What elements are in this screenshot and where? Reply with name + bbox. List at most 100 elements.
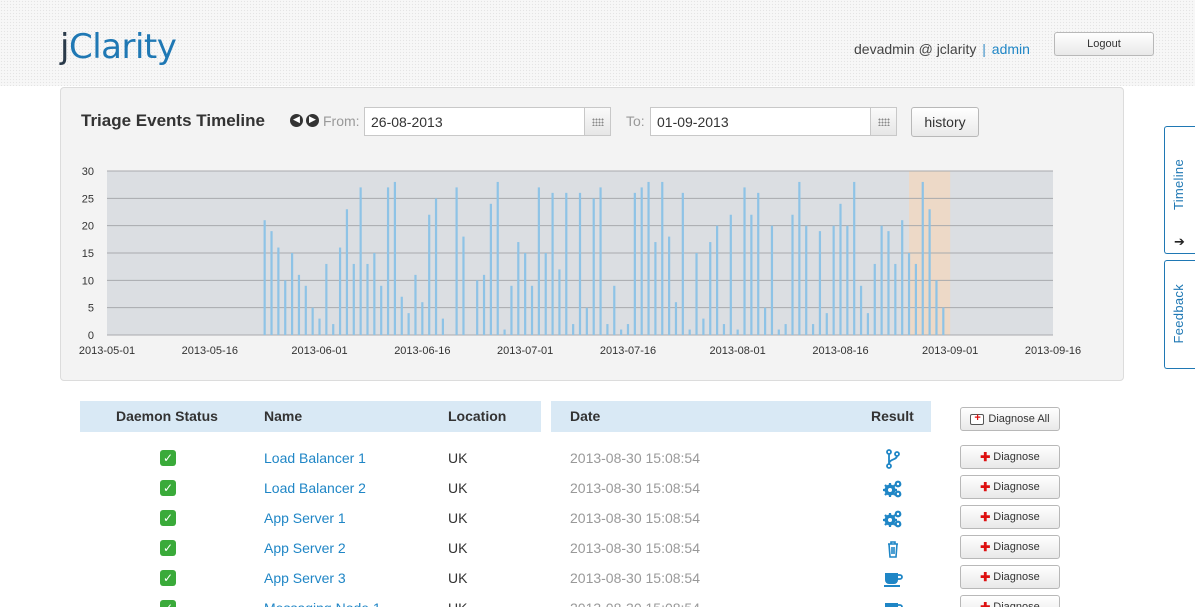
y-tick-label: 15 xyxy=(82,248,94,260)
chart-bar xyxy=(647,181,650,335)
gears-icon[interactable] xyxy=(882,509,904,529)
col-result: Result xyxy=(871,408,914,424)
chart-bar xyxy=(318,318,321,335)
chart-bar xyxy=(345,209,349,335)
daemon-date: 2013-08-30 15:08:54 xyxy=(570,600,700,607)
chart-bar xyxy=(517,242,520,335)
daemon-name-link[interactable]: App Server 2 xyxy=(264,540,346,556)
user-info: devadmin @ jclarity | admin xyxy=(854,41,1030,57)
status-checkbox-icon[interactable]: ✓ xyxy=(160,600,176,607)
from-label: From: xyxy=(323,113,360,129)
chart-bar xyxy=(681,192,684,335)
gears-icon[interactable] xyxy=(882,479,904,499)
from-calendar-button[interactable] xyxy=(584,107,611,136)
chart-bar xyxy=(544,253,547,335)
chart-bar xyxy=(386,187,390,335)
chart-bar xyxy=(304,285,307,335)
to-date-input[interactable]: 01-09-2013 xyxy=(650,107,871,136)
plus-icon: ✚ xyxy=(980,540,991,554)
daemon-name-link[interactable]: App Server 3 xyxy=(264,570,346,586)
y-tick-label: 0 xyxy=(88,330,94,342)
chart-bar xyxy=(537,187,540,335)
chart-bar xyxy=(887,231,890,335)
daemon-date: 2013-08-30 15:08:54 xyxy=(570,450,700,466)
status-checkbox-icon[interactable]: ✓ xyxy=(160,450,176,466)
diagnose-all-button[interactable]: Diagnose All xyxy=(960,407,1060,431)
daemon-name-link[interactable]: Load Balancer 1 xyxy=(264,450,366,466)
chart-bar xyxy=(599,187,602,335)
diagnose-button[interactable]: ✚ Diagnose xyxy=(960,535,1060,559)
chart-bar xyxy=(407,313,410,335)
daemon-name-link[interactable]: Load Balancer 2 xyxy=(264,480,366,496)
chart-bar xyxy=(661,181,664,335)
branch-icon[interactable] xyxy=(882,449,904,469)
diagnose-label: Diagnose xyxy=(993,571,1040,583)
daemon-date: 2013-08-30 15:08:54 xyxy=(570,570,700,586)
chart-bar xyxy=(750,214,753,335)
logout-button[interactable]: Logout xyxy=(1054,32,1154,56)
chart-bar xyxy=(921,181,924,335)
calendar-icon xyxy=(591,117,604,126)
chart-bar xyxy=(818,231,822,335)
feedback-side-tab[interactable]: Feedback xyxy=(1164,260,1195,369)
prev-arrow-icon[interactable]: ◀ xyxy=(290,114,303,127)
daemon-location: UK xyxy=(448,540,468,556)
chart-bar xyxy=(763,307,767,335)
timeline-side-tab[interactable]: Timeline ➔ xyxy=(1164,126,1195,254)
chart-bar xyxy=(530,285,534,335)
plus-icon: ✚ xyxy=(980,450,991,464)
diagnose-button[interactable]: ✚ Diagnose xyxy=(960,565,1060,589)
chart-bar xyxy=(777,329,780,335)
chart-bar xyxy=(551,192,554,335)
chart-bar xyxy=(585,307,588,335)
from-date-input[interactable]: 26-08-2013 xyxy=(364,107,585,136)
chart-bar xyxy=(263,220,266,335)
y-tick-label: 5 xyxy=(88,303,94,315)
daemon-date: 2013-08-30 15:08:54 xyxy=(570,540,700,556)
status-checkbox-icon[interactable]: ✓ xyxy=(160,480,176,496)
chart-bar xyxy=(695,253,698,335)
y-tick-label: 10 xyxy=(82,275,94,287)
y-tick-label: 25 xyxy=(82,193,94,205)
coffee-cup-icon[interactable] xyxy=(882,569,904,589)
diagnose-button[interactable]: ✚ Diagnose xyxy=(960,475,1060,499)
daemon-name-link[interactable]: Messaging Node 1 xyxy=(264,600,381,607)
chart-bar xyxy=(565,192,568,335)
chart-bar xyxy=(428,214,431,335)
chart-bar xyxy=(668,236,671,335)
diagnose-button[interactable]: ✚ Diagnose xyxy=(960,505,1060,529)
coffee-cup-icon[interactable] xyxy=(882,599,904,607)
chart-bar xyxy=(914,263,917,335)
x-tick-label: 2013-05-01 xyxy=(79,345,135,357)
plus-icon: ✚ xyxy=(980,480,991,494)
status-checkbox-icon[interactable]: ✓ xyxy=(160,570,176,586)
diagnose-button[interactable]: ✚ Diagnose xyxy=(960,445,1060,469)
history-button[interactable]: history xyxy=(911,107,979,137)
admin-link[interactable]: admin xyxy=(992,41,1030,57)
chart-bar xyxy=(846,225,849,335)
timeline-chart[interactable]: 0 5 10 15 20 25 30 2013-05-01 2013-05-16 2013-06-… xyxy=(77,166,1087,366)
to-calendar-button[interactable] xyxy=(870,107,897,136)
chart-bar xyxy=(613,285,616,335)
diagnose-button[interactable]: ✚ Diagnose xyxy=(960,595,1060,607)
daemon-name-link[interactable]: App Server 1 xyxy=(264,510,346,526)
chart-bar xyxy=(901,220,904,335)
chart-bar xyxy=(606,324,609,335)
trash-icon[interactable] xyxy=(882,539,904,559)
x-tick-label: 2013-09-16 xyxy=(1025,345,1081,357)
chart-bar xyxy=(907,253,911,335)
chart-bar xyxy=(626,324,630,335)
status-checkbox-icon[interactable]: ✓ xyxy=(160,540,176,556)
status-checkbox-icon[interactable]: ✓ xyxy=(160,510,176,526)
x-tick-label: 2013-07-01 xyxy=(497,345,553,357)
chart-bar xyxy=(942,307,945,335)
chart-bar xyxy=(496,181,499,335)
col-date: Date xyxy=(570,408,601,424)
chart-bar xyxy=(935,280,938,335)
next-arrow-icon[interactable]: ▶ xyxy=(306,114,319,127)
x-tick-label: 2013-07-16 xyxy=(600,345,656,357)
diagnose-label: Diagnose xyxy=(993,511,1040,523)
chart-bar xyxy=(805,225,808,335)
chart-bar xyxy=(674,302,678,335)
chart-bar xyxy=(716,225,719,335)
